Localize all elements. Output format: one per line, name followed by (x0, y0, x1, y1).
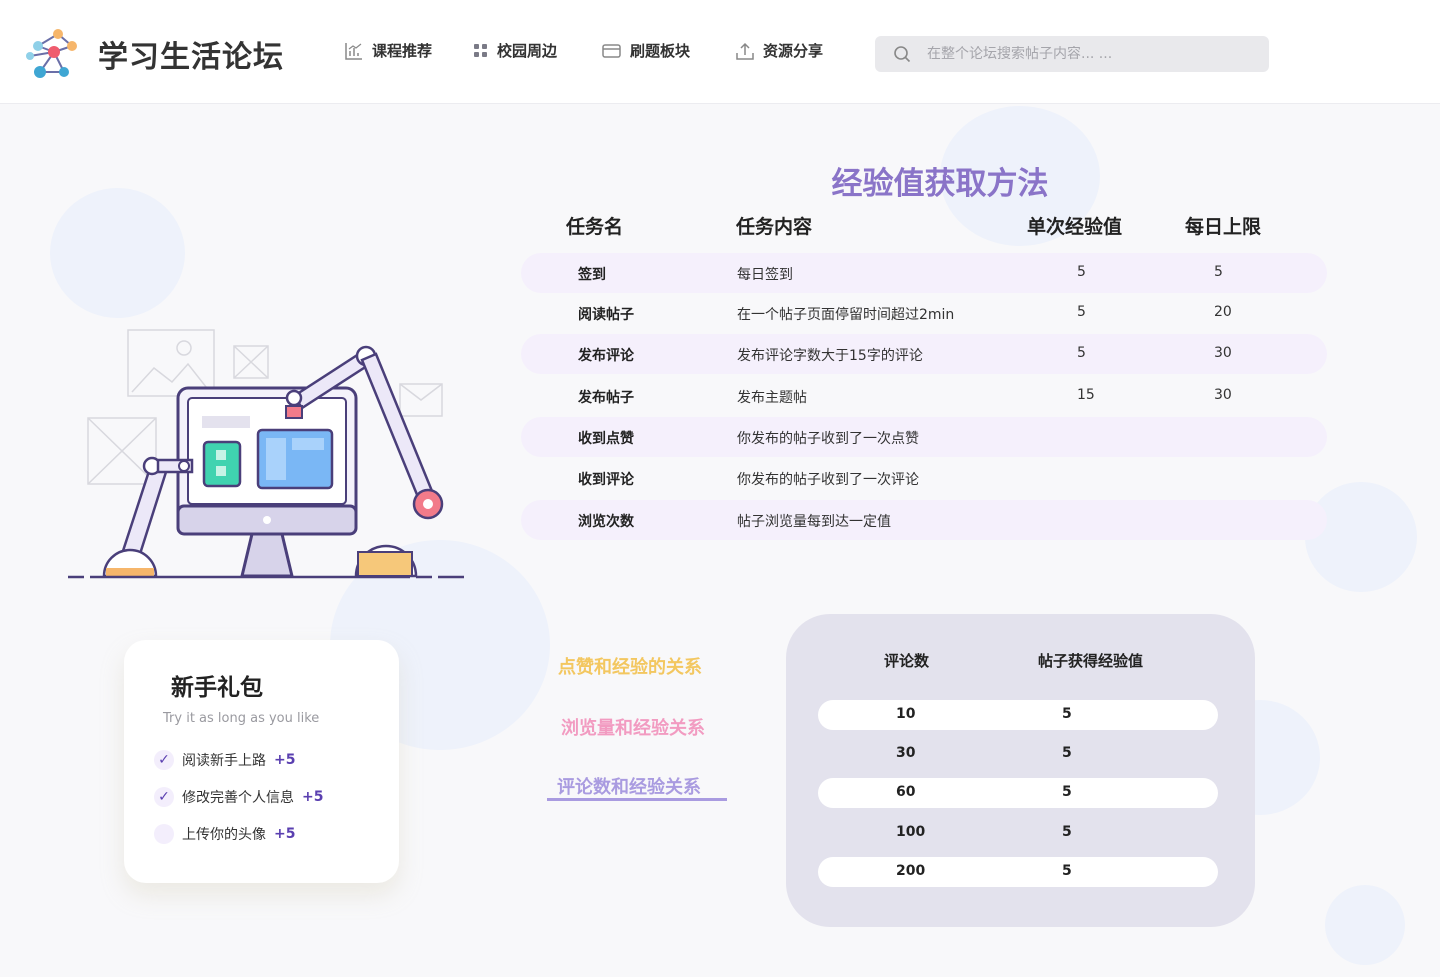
active-tab-underline (547, 798, 727, 801)
exp-header-limit: 每日上限 (1185, 216, 1262, 238)
exp-cell-name: 发布评论 (578, 348, 634, 364)
exp-cell-limit: 20 (1214, 304, 1232, 320)
gift-subtitle: Try it as long as you like (163, 711, 320, 726)
tab-comment-exp[interactable]: 评论数和经验关系 (557, 773, 701, 799)
top-navbar: 学习生活论坛 课程推荐 校园周边 刷题板块 资源分享 (0, 0, 1440, 104)
robot-arm-illustration (68, 329, 464, 579)
exp-header-single: 单次经验值 (1027, 216, 1123, 238)
ct-cell-exp: 5 (1062, 863, 1072, 879)
gift-item-bonus: +5 (274, 752, 296, 768)
ct-cell-exp: 5 (1062, 824, 1072, 840)
exp-cell-name: 浏览次数 (578, 514, 634, 530)
exp-cell-name: 签到 (578, 267, 606, 283)
exp-table-row: 发布帖子 发布主题帖 15 30 (521, 376, 1327, 416)
exp-cell-content: 发布评论字数大于15字的评论 (737, 348, 923, 364)
search-bar[interactable] (875, 36, 1269, 72)
ct-header-exp: 帖子获得经验值 (1038, 652, 1144, 670)
ct-table-row: 60 5 (818, 778, 1218, 808)
search-input[interactable] (927, 46, 1247, 62)
ct-table-row: 100 5 (818, 818, 1218, 848)
gift-item[interactable]: ✓ 修改完善个人信息 +5 (154, 787, 323, 807)
exp-cell-content: 在一个帖子页面停留时间超过2min (737, 307, 955, 323)
search-icon (894, 46, 911, 63)
gift-item-text: 上传你的头像 (182, 827, 266, 843)
exp-cell-name: 收到评论 (578, 472, 634, 488)
ct-table-row: 200 5 (818, 857, 1218, 887)
card-icon (602, 43, 621, 58)
exp-table-row: 收到评论 你发布的帖子收到了一次评论 (521, 458, 1327, 498)
nav-label: 资源分享 (763, 42, 824, 60)
exp-cell-name: 收到点赞 (578, 431, 634, 447)
ct-header-count: 评论数 (884, 652, 930, 670)
network-logo-icon (26, 29, 77, 78)
chart-icon (345, 42, 362, 60)
gift-item-text: 修改完善个人信息 (182, 790, 294, 806)
exp-cell-limit: 5 (1214, 264, 1223, 280)
decor-blob (1305, 482, 1417, 592)
exp-title: 经验值获取方法 (831, 166, 1049, 202)
exp-cell-name: 阅读帖子 (578, 307, 634, 323)
check-icon: ✓ (154, 750, 174, 770)
nav-label: 校园周边 (497, 42, 558, 60)
newbie-gift-card: 新手礼包 Try it as long as you like ✓ 阅读新手上路… (124, 640, 399, 883)
exp-cell-content: 你发布的帖子收到了一次评论 (737, 472, 919, 488)
decor-blob (1325, 885, 1405, 965)
check-icon: ✓ (154, 787, 174, 807)
exp-cell-content: 每日签到 (737, 267, 793, 283)
exp-cell-limit: 30 (1214, 345, 1232, 361)
tab-like-exp[interactable]: 点赞和经验的关系 (558, 653, 702, 679)
gift-item-bonus: +5 (302, 789, 324, 805)
exp-table-row: 阅读帖子 在一个帖子页面停留时间超过2min 5 20 (521, 293, 1327, 333)
ct-cell-exp: 5 (1062, 706, 1072, 722)
exp-header-task: 任务名 (566, 216, 624, 238)
tab-view-exp[interactable]: 浏览量和经验关系 (561, 714, 705, 740)
exp-cell-name: 发布帖子 (578, 390, 634, 406)
gift-item-text: 阅读新手上路 (182, 753, 266, 769)
site-title: 学习生活论坛 (98, 40, 284, 75)
site-logo[interactable]: 学习生活论坛 (24, 26, 284, 82)
main-nav: 课程推荐 校园周边 刷题板块 资源分享 (344, 40, 823, 61)
exp-cell-single: 5 (1077, 264, 1086, 280)
exp-cell-single: 5 (1077, 345, 1086, 361)
decor-blob (50, 188, 185, 318)
ct-cell-count: 200 (896, 863, 926, 879)
ct-cell-count: 30 (896, 745, 916, 761)
exp-table-row: 浏览次数 帖子浏览量每到达一定值 (521, 500, 1327, 540)
exp-cell-content: 帖子浏览量每到达一定值 (737, 514, 891, 530)
comment-exp-table: 评论数 帖子获得经验值 10 5 30 5 60 5 100 5 200 5 (786, 614, 1255, 927)
exp-cell-limit: 30 (1214, 387, 1232, 403)
exp-cell-single: 15 (1077, 387, 1095, 403)
ct-table-row: 10 5 (818, 700, 1218, 730)
nav-practice[interactable]: 刷题板块 (602, 40, 690, 61)
ct-cell-count: 10 (896, 706, 916, 722)
nav-course-recommend[interactable]: 课程推荐 (344, 40, 432, 61)
gift-title: 新手礼包 (171, 675, 263, 701)
ct-cell-count: 60 (896, 784, 916, 800)
nav-label: 课程推荐 (372, 42, 433, 60)
ct-table-row: 30 5 (818, 739, 1218, 769)
exp-cell-single: 5 (1077, 304, 1086, 320)
nav-resource-share[interactable]: 资源分享 (735, 40, 823, 61)
exp-table-row: 签到 每日签到 5 5 (521, 253, 1327, 293)
exp-cell-content: 你发布的帖子收到了一次点赞 (737, 431, 919, 447)
exp-cell-content: 发布主题帖 (737, 390, 807, 406)
ct-cell-exp: 5 (1062, 745, 1072, 761)
ct-cell-exp: 5 (1062, 784, 1072, 800)
gift-item[interactable]: 上传你的头像 +5 (154, 824, 295, 844)
gift-item-bonus: +5 (274, 826, 296, 842)
nav-campus[interactable]: 校园周边 (473, 40, 557, 61)
ct-cell-count: 100 (896, 824, 926, 840)
gift-item[interactable]: ✓ 阅读新手上路 +5 (154, 750, 295, 770)
exp-header-content: 任务内容 (736, 216, 813, 238)
nav-label: 刷题板块 (630, 42, 691, 60)
exp-table-row: 发布评论 发布评论字数大于15字的评论 5 30 (521, 334, 1327, 374)
empty-check-icon (154, 824, 174, 844)
exp-table-row: 收到点赞 你发布的帖子收到了一次点赞 (521, 417, 1327, 457)
grid-icon (474, 43, 488, 57)
upload-icon (736, 42, 754, 60)
